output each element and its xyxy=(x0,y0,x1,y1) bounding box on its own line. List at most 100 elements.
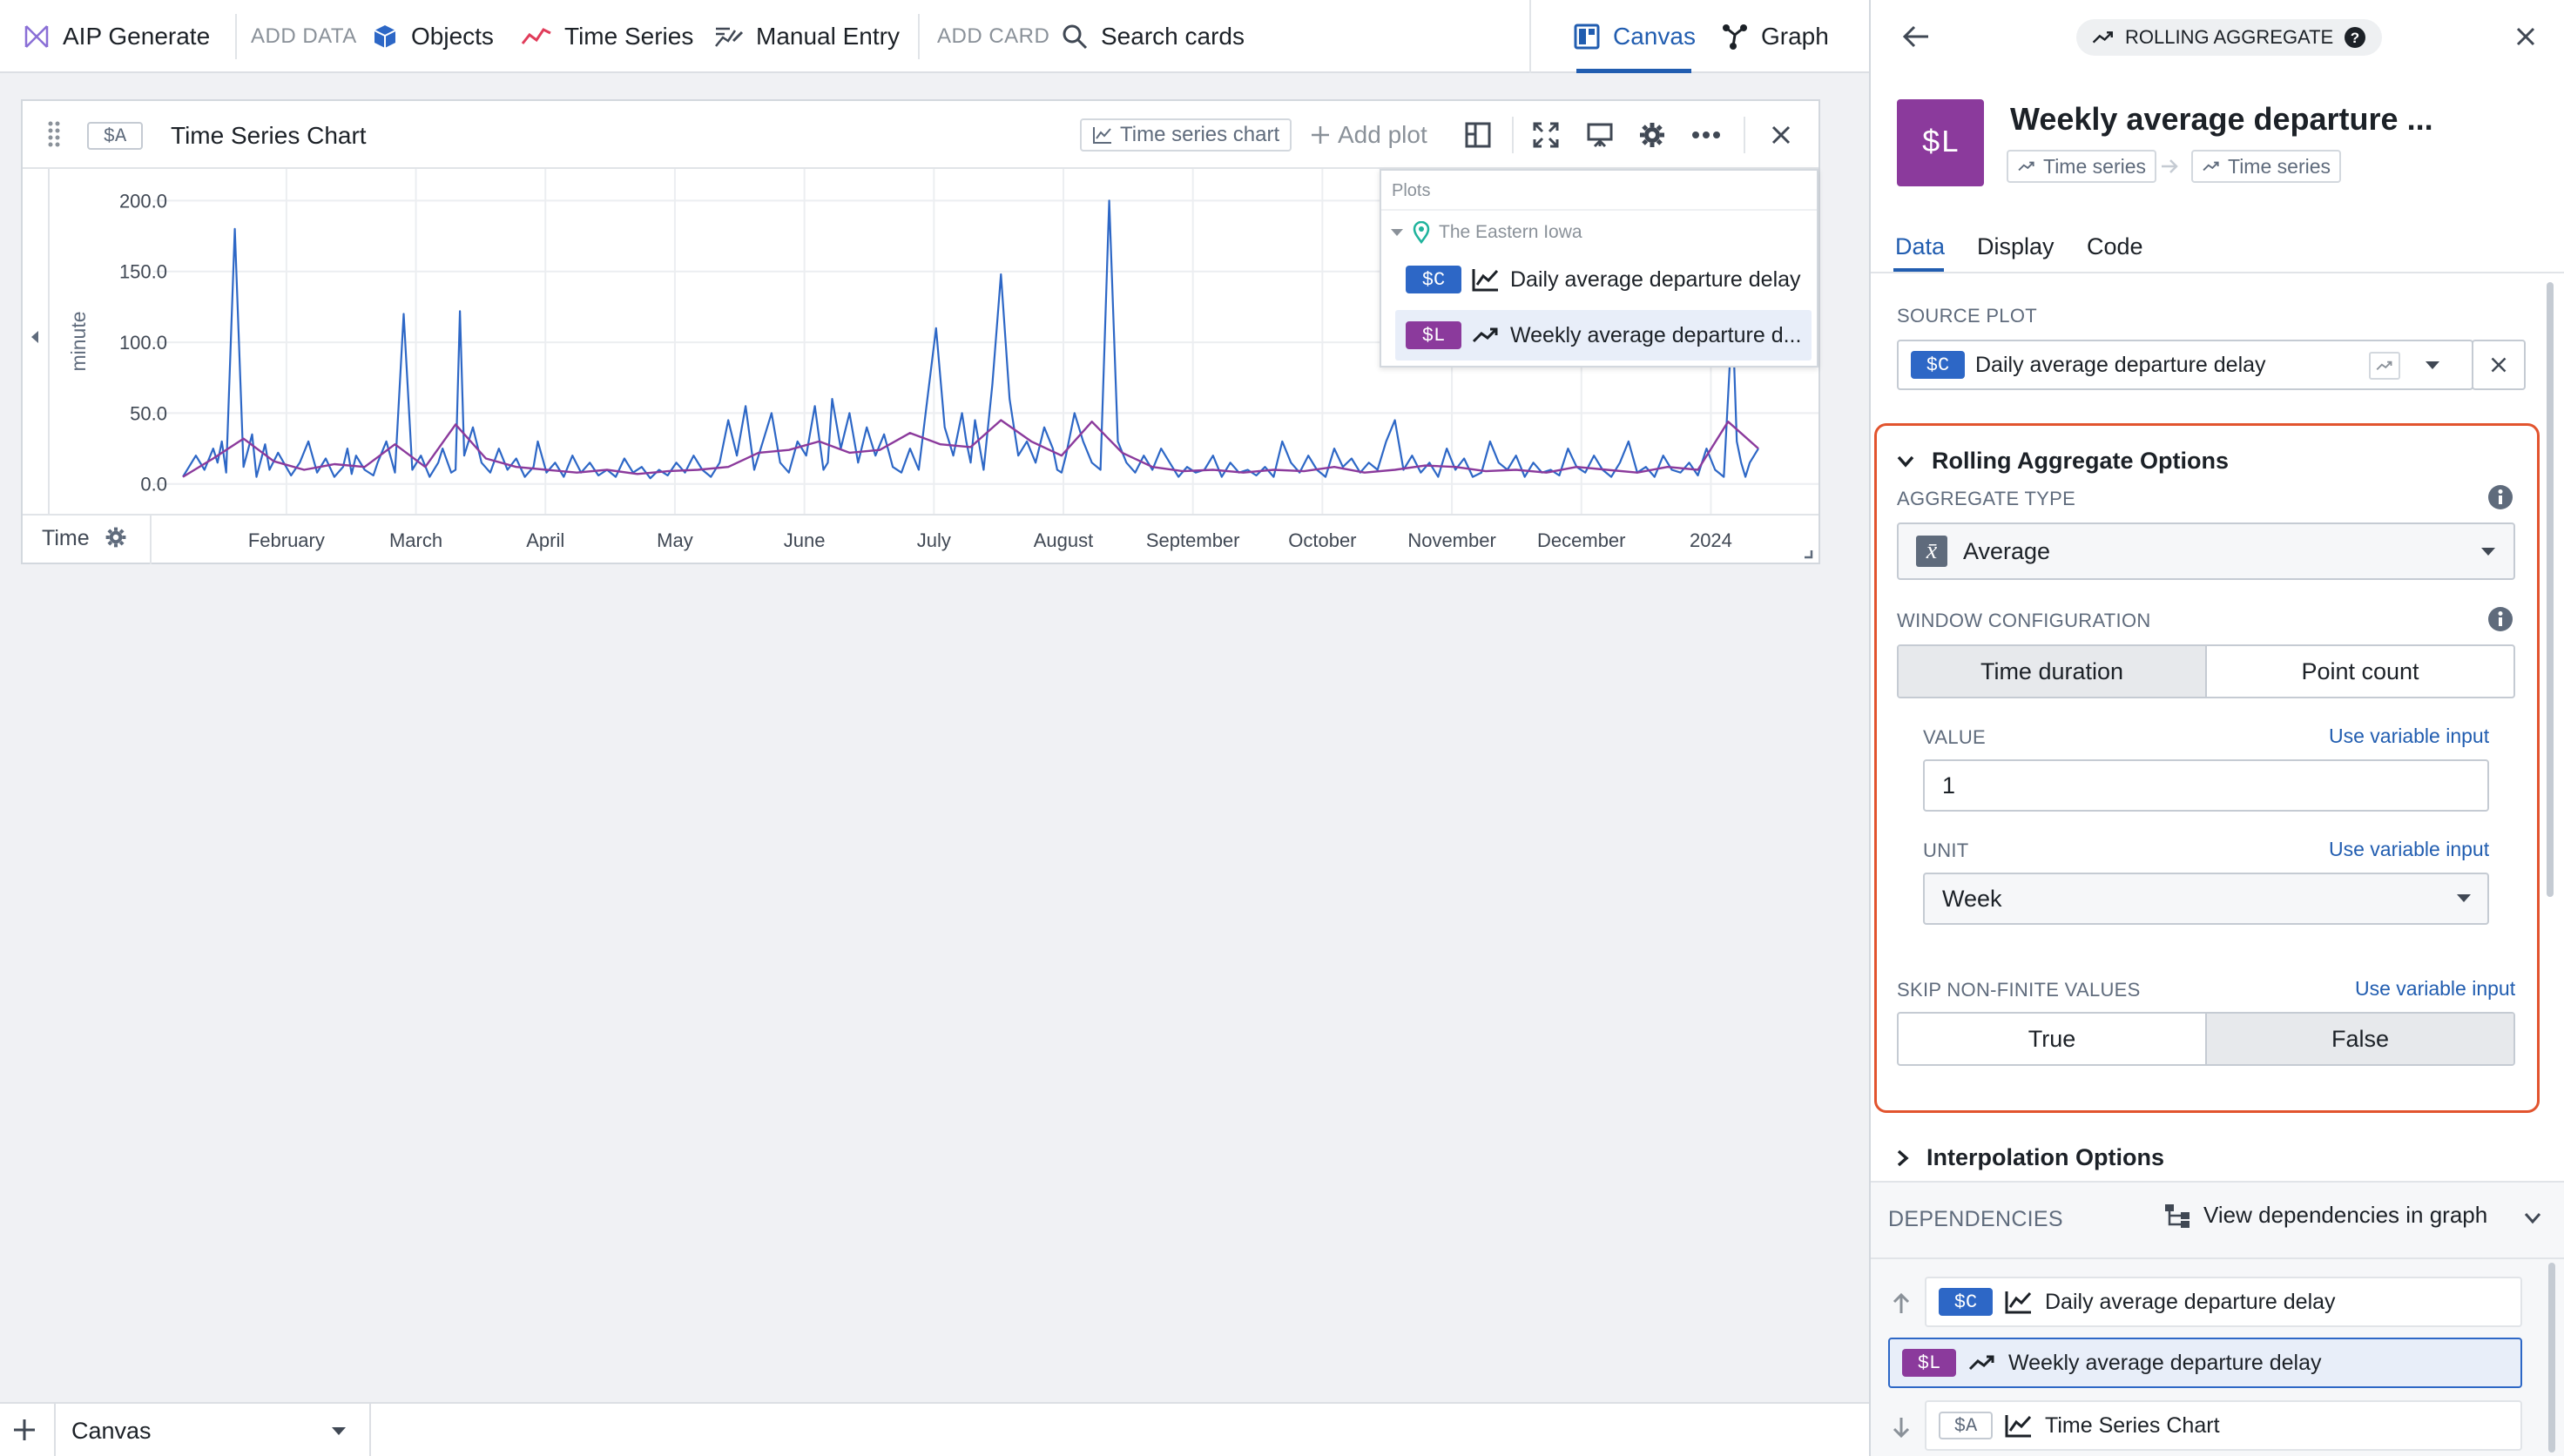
value-variable-link[interactable]: Use variable input xyxy=(2329,725,2489,748)
trend-icon xyxy=(2369,352,2400,380)
legend-header: Plots xyxy=(1392,181,1431,200)
dependency-row-chart[interactable]: $A Time Series Chart xyxy=(1925,1400,2522,1451)
close-card-icon[interactable] xyxy=(1764,118,1798,152)
gear-icon[interactable] xyxy=(1636,118,1669,152)
graph-icon xyxy=(1721,23,1749,51)
caret-down-icon[interactable] xyxy=(2425,361,2440,371)
source-value: Daily average departure delay xyxy=(1975,352,2266,377)
dependencies-scrollbar[interactable] xyxy=(2548,1263,2555,1453)
legend-label: Daily average departure delay xyxy=(1510,266,1801,292)
skip-non-finite-label: SKIP NON-FINITE VALUES xyxy=(1897,979,2141,1001)
map-pin-icon xyxy=(1413,221,1430,244)
window-value-input[interactable]: 1 xyxy=(1923,759,2489,812)
canvas-view-tab[interactable]: Canvas xyxy=(1573,0,1696,73)
trend-line-icon xyxy=(521,24,552,49)
chart-type-button[interactable]: Time series chart xyxy=(1080,118,1292,152)
add-canvas-icon[interactable] xyxy=(12,1418,37,1442)
tab-data[interactable]: Data xyxy=(1895,233,1945,260)
objects-button[interactable]: Objects xyxy=(371,0,494,73)
legend-item-daily[interactable]: $C Daily average departure delay xyxy=(1406,254,1810,305)
skip-variable-link[interactable]: Use variable input xyxy=(2355,977,2515,1001)
legend-tag: $C xyxy=(1406,266,1461,293)
header-type-pill: ROLLING AGGREGATE ? xyxy=(2076,19,2383,56)
x-tick-label: September xyxy=(1145,529,1240,551)
aip-generate-button[interactable]: AIP Generate xyxy=(23,0,210,73)
legend-group[interactable]: The Eastern Iowa xyxy=(1390,221,1582,244)
output-type-chip: Time series xyxy=(2191,150,2341,183)
aggregate-type-select[interactable]: x̄ Average xyxy=(1897,522,2515,580)
dependency-label: Weekly average departure delay xyxy=(2008,1350,2322,1375)
more-options-icon[interactable] xyxy=(1690,118,1723,152)
dependency-label: Daily average departure delay xyxy=(2045,1289,2336,1314)
x-tick-label: July xyxy=(916,529,951,551)
tab-code[interactable]: Code xyxy=(2087,233,2143,260)
interpolation-options-header[interactable]: Interpolation Options xyxy=(1897,1144,2164,1171)
bottom-bar: Canvas xyxy=(0,1402,1869,1456)
layout-icon xyxy=(1573,23,1601,51)
add-plot-button[interactable]: Add plot xyxy=(1310,118,1427,152)
add-card-label: ADD CARD xyxy=(937,24,1050,48)
y-axis-label: minute xyxy=(67,311,90,371)
false-option[interactable]: False xyxy=(2205,1014,2513,1064)
drag-handle-icon[interactable] xyxy=(47,118,61,150)
time-axis: Time February March April May June July August… xyxy=(23,514,1818,564)
manual-entry-button[interactable]: Manual Entry xyxy=(714,0,900,73)
panel-toggle-icon[interactable] xyxy=(1461,118,1495,152)
time-settings-gear-icon[interactable] xyxy=(105,526,127,549)
time-duration-option[interactable]: Time duration xyxy=(1899,646,2205,697)
tab-display[interactable]: Display xyxy=(1977,233,2055,260)
legend-item-weekly[interactable]: $L Weekly average departure d... xyxy=(1395,310,1812,361)
x-tick-label: April xyxy=(526,529,565,551)
x-tick-label: March xyxy=(388,529,443,551)
toolbar-divider xyxy=(918,14,920,59)
unit-select[interactable]: Week xyxy=(1923,873,2489,925)
time-series-button[interactable]: Time Series xyxy=(521,0,693,73)
chevron-down-icon[interactable] xyxy=(2524,1212,2541,1224)
y-tick-label: 200.0 xyxy=(119,190,167,212)
chevron-right-icon xyxy=(1897,1149,1909,1167)
time-axis-label: Time xyxy=(42,526,90,550)
info-icon[interactable] xyxy=(2487,484,2513,510)
y-tick-label: 50.0 xyxy=(130,402,167,424)
header-divider xyxy=(1744,117,1745,153)
plus-icon xyxy=(1310,125,1331,145)
presentation-icon[interactable] xyxy=(1583,118,1616,152)
graph-view-tab[interactable]: Graph xyxy=(1721,0,1829,73)
dependency-row-weekly[interactable]: $L Weekly average departure delay xyxy=(1888,1338,2522,1388)
trend-icon xyxy=(1968,1353,1996,1372)
true-option[interactable]: True xyxy=(1899,1014,2205,1064)
x-tick-label: 2024 xyxy=(1689,529,1732,551)
skip-non-finite-toggle: True False xyxy=(1897,1012,2515,1066)
card-tag: $A xyxy=(87,122,143,150)
dependency-tag: $C xyxy=(1939,1288,1993,1316)
rolling-options-header[interactable]: Rolling Aggregate Options xyxy=(1897,448,2229,475)
back-arrow-icon[interactable] xyxy=(1902,24,1930,49)
help-icon[interactable]: ? xyxy=(2344,26,2366,49)
caret-down-icon xyxy=(1390,227,1404,238)
point-count-option[interactable]: Point count xyxy=(2205,646,2513,697)
node-tag-large: $L xyxy=(1897,99,1984,186)
source-plot-select[interactable]: $C Daily average departure delay xyxy=(1897,340,2473,390)
view-dependencies-button[interactable]: View dependencies in graph xyxy=(2163,1202,2487,1229)
info-icon[interactable] xyxy=(2487,606,2513,632)
line-chart-icon xyxy=(1472,267,1500,292)
dependency-row-daily[interactable]: $C Daily average departure delay xyxy=(1925,1277,2522,1327)
arrow-up-icon xyxy=(1892,1292,1911,1315)
expand-icon[interactable] xyxy=(1529,118,1562,152)
resize-handle-icon[interactable] xyxy=(1803,549,1813,559)
dependency-tag: $L xyxy=(1902,1349,1956,1377)
x-tick-label: August xyxy=(1033,529,1094,551)
card-title: Time Series Chart xyxy=(171,122,367,149)
plots-legend: Plots The Eastern Iowa $C Daily average … xyxy=(1380,169,1818,367)
clear-source-button[interactable] xyxy=(2472,340,2526,390)
rolling-aggregate-panel: ROLLING AGGREGATE ? $L Weekly average de… xyxy=(1869,0,2564,1456)
close-panel-icon[interactable] xyxy=(2515,26,2536,47)
source-tag: $C xyxy=(1911,351,1965,379)
canvas-tab[interactable]: Canvas xyxy=(56,1404,369,1456)
mean-icon: x̄ xyxy=(1916,536,1947,567)
panel-scrollbar[interactable] xyxy=(2547,282,2554,897)
search-cards-button[interactable]: Search cards xyxy=(1061,0,1245,73)
chevron-down-icon xyxy=(331,1426,347,1437)
cube-icon xyxy=(371,23,399,51)
unit-variable-link[interactable]: Use variable input xyxy=(2329,838,2489,861)
